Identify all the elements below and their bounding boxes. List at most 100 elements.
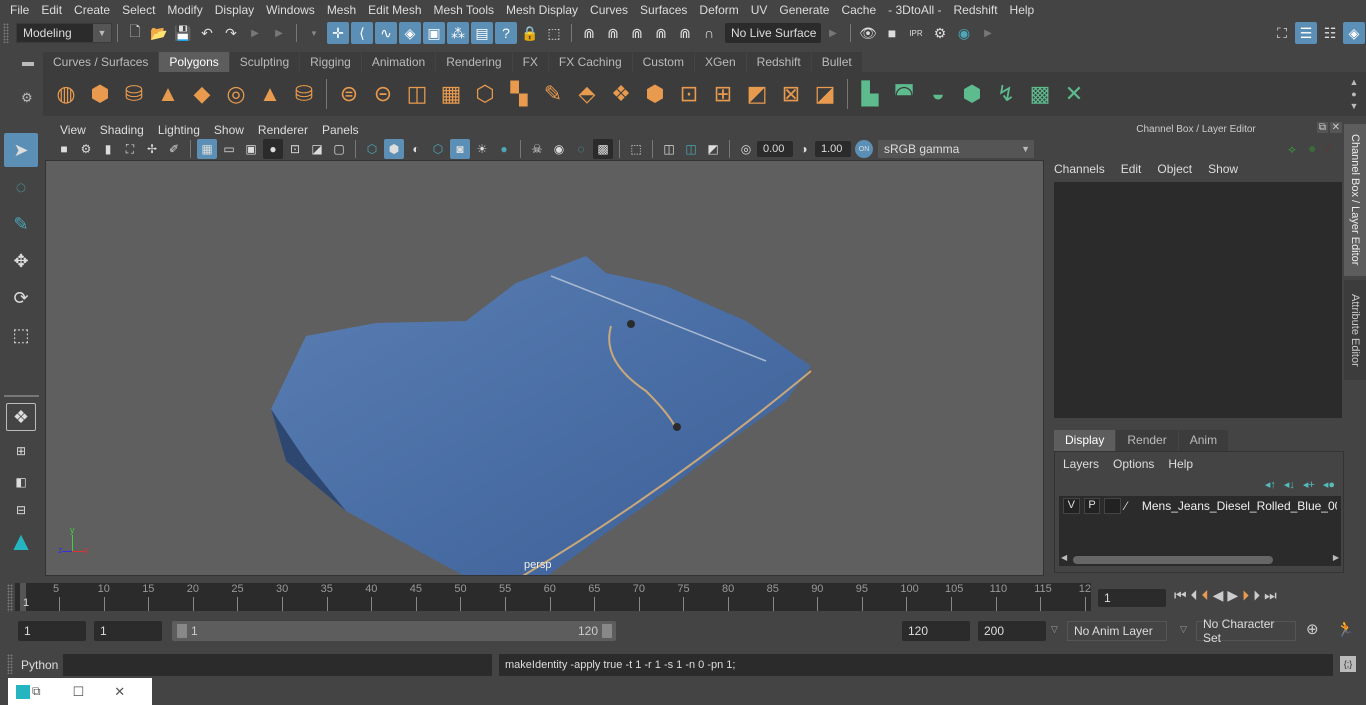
select-hierarchy-icon[interactable]: ✛ — [327, 22, 349, 44]
tab-xgen[interactable]: XGen — [694, 52, 746, 72]
rotate-tool-icon[interactable]: ⟳ — [4, 281, 38, 315]
poly-cylinder-icon[interactable]: ⛁ — [119, 79, 149, 109]
highlight-select-icon[interactable]: ⬚ — [543, 22, 565, 44]
menu-modify[interactable]: Modify — [161, 0, 208, 20]
playback-start-field[interactable]: 1 — [94, 621, 162, 641]
select-face-icon[interactable]: ▣ — [423, 22, 445, 44]
menu-edit-mesh[interactable]: Edit Mesh — [362, 0, 427, 20]
viewport-menu-shading[interactable]: Shading — [93, 123, 151, 137]
open-scene-icon[interactable]: 📂 — [148, 22, 170, 44]
tab-custom[interactable]: Custom — [632, 52, 694, 72]
shadows-icon[interactable]: ● — [494, 139, 514, 159]
gate-mask-icon[interactable]: ● — [263, 139, 283, 159]
layer-row[interactable]: V P ⁄ Mens_Jeans_Diesel_Rolled_Blue_001_ — [1059, 496, 1341, 516]
play-forwards-icon[interactable]: ▶ — [1227, 587, 1238, 604]
persp-graph-layout-icon[interactable]: ⊟ — [4, 499, 38, 521]
tab-anim[interactable]: Anim — [1178, 430, 1229, 451]
side-tab-attribute-editor[interactable]: Attribute Editor — [1344, 280, 1366, 380]
safe-action-icon[interactable]: ◪ — [307, 139, 327, 159]
viewport-scene[interactable]: y x z persp — [45, 160, 1044, 576]
bookmark-icon[interactable]: ▮ — [98, 139, 118, 159]
menu-uv[interactable]: UV — [745, 0, 774, 20]
layer-color-swatch[interactable]: ⁄ — [1125, 499, 1138, 513]
redo-icon[interactable]: ↷ — [220, 22, 242, 44]
unfold-uv-icon[interactable]: ↯ — [991, 79, 1021, 109]
tab-fx[interactable]: FX — [512, 52, 548, 72]
end-time-field[interactable]: 200 — [978, 621, 1046, 641]
viewport-menu-panels[interactable]: Panels — [315, 123, 366, 137]
render-settings-icon[interactable]: ⚙ — [929, 22, 951, 44]
show-menu[interactable]: Show — [1208, 162, 1238, 176]
uv-layout-icon[interactable]: ✕ — [1059, 79, 1089, 109]
poly-cube-icon[interactable]: ⬢ — [85, 79, 115, 109]
maximize-icon[interactable]: ☐ — [73, 684, 85, 700]
snap-view-icon[interactable]: ⋒ — [650, 22, 672, 44]
menu-display[interactable]: Display — [209, 0, 260, 20]
snap-point-icon[interactable]: ⋒ — [626, 22, 648, 44]
depth-of-field-icon[interactable]: ▩ — [593, 139, 613, 159]
grip-handle[interactable] — [7, 584, 13, 612]
undo-icon[interactable]: ↶ — [196, 22, 218, 44]
poly-sphere-icon[interactable]: ◍ — [51, 79, 81, 109]
speed-icon[interactable]: ● — [1308, 140, 1316, 156]
select-tool-icon[interactable]: ➤ — [4, 133, 38, 167]
film-gate-icon[interactable]: ▭ — [219, 139, 239, 159]
viewport-menu-renderer[interactable]: Renderer — [251, 123, 315, 137]
visibility-toggle[interactable]: V — [1063, 498, 1080, 514]
menu-cache[interactable]: Cache — [835, 0, 882, 20]
go-to-start-icon[interactable]: ⏮ — [1174, 587, 1187, 604]
four-view-layout-icon[interactable]: ⊞ — [4, 437, 38, 465]
uv-editor-icon[interactable]: ▩ — [1025, 79, 1055, 109]
script-editor-icon[interactable]: {;} — [1340, 656, 1356, 672]
default-lighting-icon[interactable]: ◐ — [406, 139, 426, 159]
wireframe-icon[interactable]: ⬡ — [362, 139, 382, 159]
character-set-dropdown[interactable]: No Character Set — [1196, 617, 1296, 645]
use-all-lights-icon[interactable]: ☀ — [472, 139, 492, 159]
menu-redshift[interactable]: Redshift — [948, 0, 1004, 20]
exposure-icon[interactable]: ◎ — [736, 139, 756, 159]
scroll-left-icon[interactable]: ◀ — [1061, 553, 1067, 562]
layer-name[interactable]: Mens_Jeans_Diesel_Rolled_Blue_001_ — [1142, 499, 1337, 513]
step-back-key-icon[interactable]: ⏴ — [1202, 587, 1209, 604]
merge-icon[interactable]: ❖ — [606, 79, 636, 109]
auto-key-icon[interactable]: ⊕ — [1306, 620, 1319, 638]
anti-aliasing-icon[interactable]: ◌ — [571, 139, 591, 159]
channel-box-toggle-icon[interactable]: ◈ — [1343, 22, 1365, 44]
select-mode-dropdown-icon[interactable]: ▼ — [303, 22, 325, 44]
extrude-icon[interactable]: ⬡ — [470, 79, 500, 109]
poly-pipe-icon[interactable]: ⛁ — [289, 79, 319, 109]
collapse-arrow-icon[interactable]: ▶ — [268, 22, 290, 44]
snap-live-icon[interactable]: ∩ — [698, 22, 720, 44]
timeline-track[interactable]: 1 5 10 15 20 25 30 35 40 45 50 55 60 65 70 75 80 85 90 95 1… — [15, 583, 1091, 611]
current-frame-field[interactable]: 1 — [1098, 589, 1166, 607]
menu-mesh-tools[interactable]: Mesh Tools — [428, 0, 500, 20]
tab-display[interactable]: Display — [1054, 430, 1116, 451]
horizontal-scrollbar[interactable]: ◀ ▶ — [1059, 553, 1341, 566]
float-panel-icon[interactable]: ⧉ — [1316, 122, 1328, 133]
target-weld-icon[interactable]: ⬢ — [640, 79, 670, 109]
exposure-field[interactable]: 0.00 — [757, 141, 793, 157]
menu-edit[interactable]: Edit — [35, 0, 68, 20]
separate-icon[interactable]: ⊝ — [368, 79, 398, 109]
animation-preferences-icon[interactable]: 🏃 — [1336, 620, 1355, 638]
start-time-field[interactable]: 1 — [18, 621, 86, 641]
menu-mesh-display[interactable]: Mesh Display — [500, 0, 584, 20]
camera-attributes-icon[interactable]: ⚙ — [76, 139, 96, 159]
viewport-menu-show[interactable]: Show — [207, 123, 251, 137]
tool-settings-icon[interactable]: ☷ — [1319, 22, 1341, 44]
poly-torus-icon[interactable]: ◎ — [221, 79, 251, 109]
menu-windows[interactable]: Windows — [260, 0, 321, 20]
select-misc-icon[interactable]: ? — [495, 22, 517, 44]
step-forward-frame-icon[interactable]: ⏵ — [1253, 587, 1260, 604]
insert-loop-icon[interactable]: ⊞ — [708, 79, 738, 109]
chevron-down-icon[interactable]: ▽ — [1051, 624, 1058, 635]
scale-tool-icon[interactable]: ⬚ — [4, 318, 38, 352]
save-scene-icon[interactable]: 💾 — [172, 22, 194, 44]
range-start-handle[interactable] — [177, 624, 187, 638]
textured-icon[interactable]: ◙ — [450, 139, 470, 159]
move-tool-icon[interactable]: ✥ — [4, 244, 38, 278]
attribute-editor-toggle-icon[interactable]: ☰ — [1295, 22, 1317, 44]
render-frame-icon[interactable]: ■ — [881, 22, 903, 44]
help-menu[interactable]: Help — [1168, 457, 1193, 471]
close-icon[interactable]: ✕ — [1329, 122, 1342, 133]
